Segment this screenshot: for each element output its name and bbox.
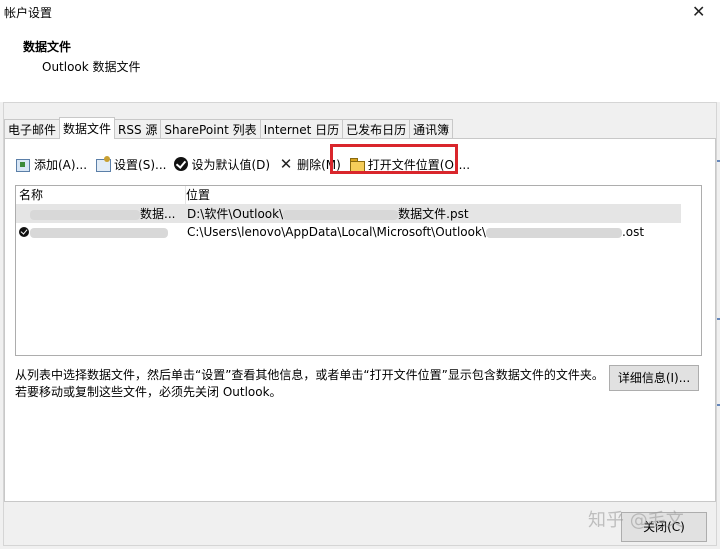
tab-address-books[interactable]: 通讯簿 <box>409 119 454 139</box>
title-bar: 帐户设置 ✕ <box>0 0 720 26</box>
column-header-name[interactable]: 名称 <box>16 186 186 204</box>
redacted-text <box>30 209 140 220</box>
row-name: 数据... <box>30 205 182 223</box>
add-data-file-icon <box>15 156 31 172</box>
row-location: D:\软件\Outlook\ 数据文件.pst <box>187 205 677 223</box>
settings-icon <box>95 156 112 172</box>
row-name <box>30 223 182 241</box>
window-title: 帐户设置 <box>4 6 53 20</box>
help-text-line-2: 若要移动或复制这些文件，必须先关闭 Outlook。 <box>15 385 282 399</box>
redacted-text <box>485 227 622 238</box>
help-text: 从列表中选择数据文件，然后单击“设置”查看其他信息，或者单击“打开文件位置”显示… <box>15 367 605 401</box>
data-file-list[interactable]: 名称 位置 数据... D:\软件\Outlook\ 数据文件.pst C:\Us… <box>15 185 702 356</box>
default-checkmark-icon <box>19 227 29 237</box>
tab-sharepoint-lists[interactable]: SharePoint 列表 <box>160 119 261 139</box>
set-default-button-label: 设为默认值(D) <box>191 157 271 172</box>
row-location: C:\Users\lenovo\AppData\Local\Microsoft\… <box>187 223 677 241</box>
row-name-suffix: 数据... <box>140 207 176 221</box>
redacted-text <box>283 209 399 220</box>
row-location-suffix: 数据文件.pst <box>398 207 469 221</box>
settings-button-label: 设置(S)... <box>114 157 167 172</box>
dialog-body: 电子邮件 数据文件 RSS 源 SharePoint 列表 Internet 日… <box>0 102 720 549</box>
row-location-prefix: C:\Users\lenovo\AppData\Local\Microsoft\… <box>187 225 486 239</box>
row-location-suffix: .ost <box>621 225 645 239</box>
tab-data-files[interactable]: 数据文件 <box>59 117 116 139</box>
close-icon[interactable]: ✕ <box>692 2 705 21</box>
column-header-location[interactable]: 位置 <box>183 186 666 204</box>
header-subtitle: Outlook 数据文件 <box>42 60 141 74</box>
table-row[interactable]: 数据... D:\软件\Outlook\ 数据文件.pst <box>16 205 681 223</box>
settings-button[interactable]: 设置(S)... <box>95 154 166 174</box>
set-default-button[interactable]: 设为默认值(D) <box>174 154 270 174</box>
table-row[interactable]: C:\Users\lenovo\AppData\Local\Microsoft\… <box>16 223 681 241</box>
tab-email[interactable]: 电子邮件 <box>4 119 61 139</box>
tab-rss-feeds[interactable]: RSS 源 <box>114 119 162 139</box>
data-files-panel: 添加(A)... 设置(S)... 设为默认值(D) ✕ 删除(M) 打开文件位… <box>4 138 716 502</box>
dialog-header: 数据文件 Outlook 数据文件 <box>0 26 720 102</box>
list-header: 名称 位置 <box>16 186 681 205</box>
checkmark-circle-icon <box>174 157 189 171</box>
add-button[interactable]: 添加(A)... <box>15 154 87 174</box>
details-button[interactable]: 详细信息(I)... <box>609 365 699 391</box>
tab-internet-calendars[interactable]: Internet 日历 <box>259 119 344 139</box>
highlight-annotation <box>330 144 458 174</box>
delete-icon: ✕ <box>279 155 293 173</box>
watermark: 知乎 @毛文 <box>588 510 684 531</box>
redacted-text <box>30 227 168 238</box>
tab-strip: 电子邮件 数据文件 RSS 源 SharePoint 列表 Internet 日… <box>4 117 454 139</box>
row-location-prefix: D:\软件\Outlook\ <box>187 207 284 221</box>
add-button-label: 添加(A)... <box>34 157 88 172</box>
help-text-line-1: 从列表中选择数据文件，然后单击“设置”查看其他信息，或者单击“打开文件位置”显示… <box>15 368 604 382</box>
header-title: 数据文件 <box>23 40 72 54</box>
tab-published-calendars[interactable]: 已发布日历 <box>342 119 411 139</box>
